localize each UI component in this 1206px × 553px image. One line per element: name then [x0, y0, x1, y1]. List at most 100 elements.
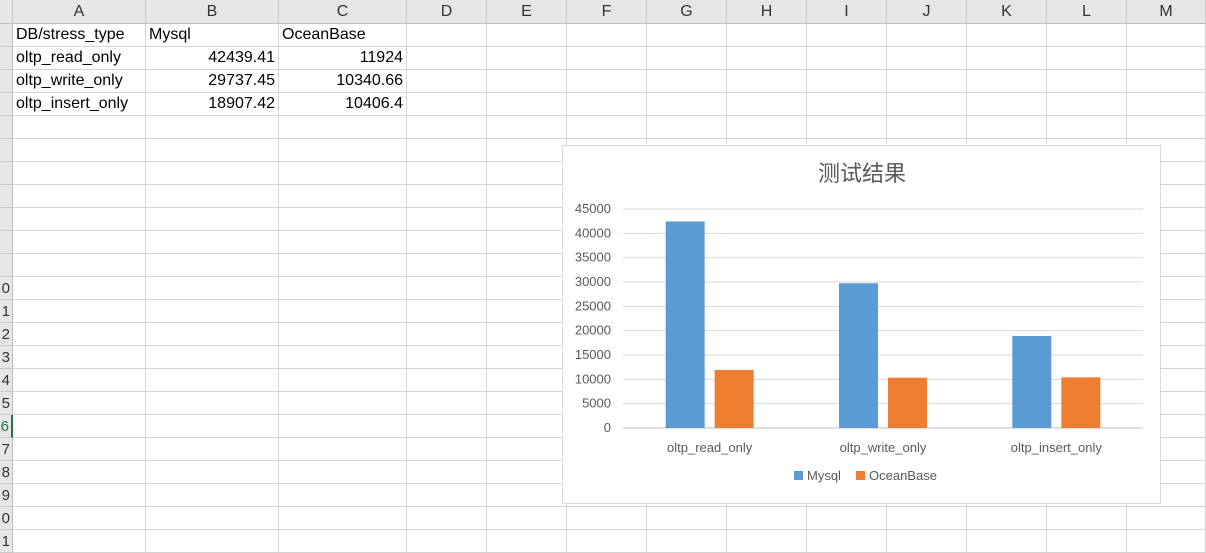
cell[interactable]: [487, 484, 567, 507]
cell[interactable]: [487, 369, 567, 392]
cell[interactable]: [487, 438, 567, 461]
cell[interactable]: [807, 24, 887, 47]
cell[interactable]: [407, 369, 487, 392]
cell[interactable]: [146, 530, 279, 553]
column-header-a[interactable]: A: [13, 0, 146, 24]
row-header[interactable]: 5: [0, 392, 13, 415]
cell[interactable]: [146, 162, 279, 185]
cell[interactable]: [407, 392, 487, 415]
cell[interactable]: [279, 208, 407, 231]
cell[interactable]: [567, 116, 647, 139]
cell[interactable]: [1127, 116, 1206, 139]
cell[interactable]: [727, 93, 807, 116]
cell[interactable]: [1127, 47, 1206, 70]
cell[interactable]: [13, 369, 146, 392]
cell[interactable]: [887, 70, 967, 93]
cell[interactable]: [279, 530, 407, 553]
cell[interactable]: [647, 47, 727, 70]
data-cell[interactable]: 18907.42: [146, 93, 279, 116]
column-header-e[interactable]: E: [487, 0, 567, 24]
cell[interactable]: [487, 162, 567, 185]
cell[interactable]: [13, 530, 146, 553]
cell[interactable]: [487, 254, 567, 277]
cell[interactable]: [407, 93, 487, 116]
cell[interactable]: [1127, 24, 1206, 47]
row-header[interactable]: [0, 47, 13, 70]
cell[interactable]: [407, 484, 487, 507]
column-header-m[interactable]: M: [1127, 0, 1206, 24]
column-header-h[interactable]: H: [727, 0, 807, 24]
cell[interactable]: [407, 277, 487, 300]
cell[interactable]: [279, 323, 407, 346]
select-all-corner[interactable]: [0, 0, 13, 24]
cell[interactable]: [146, 346, 279, 369]
cell[interactable]: [887, 530, 967, 553]
row-header[interactable]: 8: [0, 461, 13, 484]
cell[interactable]: [407, 185, 487, 208]
cell[interactable]: [567, 70, 647, 93]
cell[interactable]: [807, 530, 887, 553]
cell[interactable]: [407, 323, 487, 346]
cell[interactable]: [146, 484, 279, 507]
cell[interactable]: [407, 162, 487, 185]
cell[interactable]: [146, 323, 279, 346]
cell[interactable]: [807, 116, 887, 139]
bar-chart[interactable]: 测试结果 0 5000 10000 15000 20000 25000 30000 35000 4…: [562, 145, 1161, 504]
cell[interactable]: [1047, 70, 1127, 93]
cell[interactable]: [146, 208, 279, 231]
cell[interactable]: [487, 300, 567, 323]
cell[interactable]: [487, 231, 567, 254]
cell[interactable]: [407, 530, 487, 553]
cell[interactable]: [487, 24, 567, 47]
cell[interactable]: [279, 484, 407, 507]
cell[interactable]: [13, 254, 146, 277]
cell[interactable]: [146, 116, 279, 139]
cell[interactable]: [407, 116, 487, 139]
cell[interactable]: [146, 185, 279, 208]
cell[interactable]: [647, 530, 727, 553]
row-header[interactable]: [0, 231, 13, 254]
cell[interactable]: [279, 277, 407, 300]
cell[interactable]: [487, 70, 567, 93]
column-header-f[interactable]: F: [567, 0, 647, 24]
cell[interactable]: [647, 70, 727, 93]
cell[interactable]: [13, 116, 146, 139]
row-header[interactable]: 1: [0, 300, 13, 323]
row-header[interactable]: [0, 24, 13, 47]
data-cell[interactable]: 29737.45: [146, 70, 279, 93]
cell[interactable]: [13, 392, 146, 415]
header-cell[interactable]: Mysql: [146, 24, 279, 47]
cell[interactable]: [146, 231, 279, 254]
cell[interactable]: [1127, 70, 1206, 93]
column-header-c[interactable]: C: [279, 0, 407, 24]
cell[interactable]: [887, 47, 967, 70]
column-header-l[interactable]: L: [1047, 0, 1127, 24]
cell[interactable]: [1047, 24, 1127, 47]
cell[interactable]: [146, 461, 279, 484]
cell[interactable]: [727, 70, 807, 93]
row-header[interactable]: 7: [0, 438, 13, 461]
cell[interactable]: [647, 93, 727, 116]
cell[interactable]: [567, 530, 647, 553]
cell[interactable]: [279, 369, 407, 392]
cell[interactable]: [967, 93, 1047, 116]
cell[interactable]: [13, 231, 146, 254]
cell[interactable]: [407, 139, 487, 162]
cell[interactable]: [727, 116, 807, 139]
cell[interactable]: [13, 300, 146, 323]
cell[interactable]: [967, 24, 1047, 47]
cell[interactable]: [13, 208, 146, 231]
cell[interactable]: [146, 300, 279, 323]
cell[interactable]: [807, 93, 887, 116]
cell[interactable]: [279, 185, 407, 208]
data-cell[interactable]: 11924: [279, 47, 407, 70]
cell[interactable]: [727, 530, 807, 553]
row-header[interactable]: 2: [0, 323, 13, 346]
cell[interactable]: [487, 93, 567, 116]
cell[interactable]: [407, 346, 487, 369]
cell[interactable]: [13, 438, 146, 461]
cell[interactable]: [487, 392, 567, 415]
column-header-g[interactable]: G: [647, 0, 727, 24]
row-header[interactable]: [0, 93, 13, 116]
row-header[interactable]: [0, 70, 13, 93]
